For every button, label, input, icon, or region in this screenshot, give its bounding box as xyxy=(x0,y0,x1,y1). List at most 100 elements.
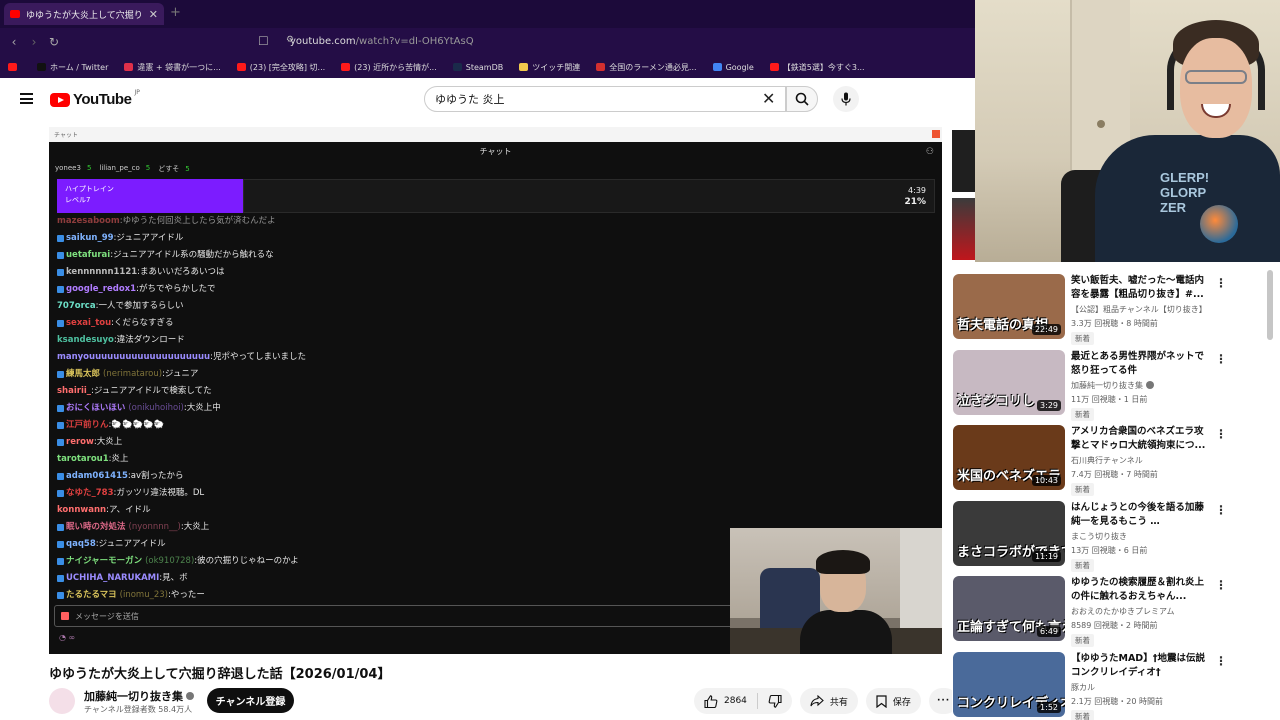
bookmark-item[interactable]: (23) 近所から苦情が... xyxy=(333,62,445,73)
chat-username[interactable]: ナイジャーモーガン xyxy=(66,553,142,570)
video-thumbnail[interactable]: コンクリレイディオ 1:52 xyxy=(953,651,1065,717)
more-options-icon[interactable]: ⋮ xyxy=(1215,503,1227,517)
chat-username[interactable]: shairii_ xyxy=(57,383,91,400)
channel-avatar[interactable] xyxy=(49,688,75,714)
more-options-icon[interactable]: ⋮ xyxy=(1215,276,1227,290)
video-thumbnail[interactable]: 泣きジコリし 3:29 xyxy=(953,349,1065,415)
bookmark-item[interactable]: ホーム / Twitter xyxy=(29,62,116,73)
recommended-video[interactable]: 泣きジコリし3:29最近とある男性界隈がネットで怒り狂ってる件【2026/01/… xyxy=(953,349,1253,425)
chat-username[interactable]: なゆた_783 xyxy=(66,485,114,502)
youtube-logo[interactable]: YouTube JP xyxy=(50,89,140,108)
channel-name[interactable]: 加藤純一切り抜き集 xyxy=(84,688,194,704)
search-button[interactable] xyxy=(786,86,818,112)
subscribe-button[interactable]: チャンネル登録 xyxy=(207,688,294,713)
chat-username[interactable]: qaq58 xyxy=(66,536,96,553)
reload-icon[interactable]: ↻ xyxy=(44,35,64,49)
chat-username[interactable]: kennnnnn1121 xyxy=(66,264,137,281)
recommended-video-title[interactable]: 【ゆゆうたMAD】†地震は伝説コンクリレイディオ† xyxy=(1071,652,1211,680)
clear-search-icon[interactable]: ✕ xyxy=(762,89,775,108)
chat-text: がちでやらかしたで xyxy=(138,284,216,294)
chat-username[interactable]: 江戸前りん xyxy=(66,417,109,434)
chat-text: av割ったから xyxy=(130,471,184,481)
recommended-channel[interactable]: 豚カル xyxy=(1071,682,1095,693)
save-button[interactable]: 保存 xyxy=(865,688,921,714)
chat-username[interactable]: adam061415 xyxy=(66,468,128,485)
recommended-channel[interactable]: 【公認】粗品チャンネル【切り抜き】 xyxy=(1071,304,1207,315)
chat-users-icon[interactable]: ⚇ xyxy=(926,147,934,157)
more-options-icon[interactable]: ⋮ xyxy=(1215,654,1227,668)
video-thumbnail[interactable]: まさコラボができてい11:19 xyxy=(953,500,1065,566)
recommended-video-title[interactable]: はんじょうとの今後を語る加藤純一を見るもこう … xyxy=(1071,501,1211,529)
chat-username[interactable]: tarotarou1 xyxy=(57,451,109,468)
more-options-icon[interactable]: ⋮ xyxy=(1215,427,1227,441)
like-button[interactable]: 2864 xyxy=(694,688,757,714)
recommended-video-title[interactable]: ゆゆうたの検索履歴＆割れ炎上の件に触れるおえちゃん... xyxy=(1071,576,1211,604)
chat-username[interactable]: おにくほいほい xyxy=(66,400,125,417)
top-chatter[interactable]: lilian_pe_co 5 xyxy=(99,164,150,174)
bookmark-icon[interactable]: ☐ xyxy=(258,34,269,48)
chat-username[interactable]: 707orca xyxy=(57,298,96,315)
bookmark-item[interactable]: 違憲 + 袋書が一つに... xyxy=(116,62,228,73)
recommended-video[interactable]: まさコラボができてい11:19はんじょうとの今後を語る加藤純一を見るもこう … ま… xyxy=(953,500,1253,576)
recommended-video-title[interactable]: 最近とある男性界隈がネットで怒り狂ってる件【2026/01/03】 xyxy=(1071,350,1211,378)
bookmark-item[interactable]: 【鉄道5選】今すぐ3... xyxy=(762,62,873,73)
top-chatter[interactable]: yonee3 5 xyxy=(55,164,91,174)
recommended-channel[interactable]: おおえのたかゆきプレミアム xyxy=(1071,606,1174,617)
recommended-video-title[interactable]: アメリカ合衆国のベネズエラ攻撃とマドゥロ大統領拘束につ... xyxy=(1071,425,1211,453)
top-chatter[interactable]: どすそ 5 xyxy=(158,164,189,174)
chat-username[interactable]: たるたるマヨ xyxy=(66,587,117,604)
partial-thumbnail[interactable] xyxy=(952,198,975,260)
new-tab-icon[interactable]: + xyxy=(170,5,181,20)
more-options-icon[interactable]: ⋮ xyxy=(1215,578,1227,592)
video-thumbnail[interactable]: 正論すぎて何も言えない6:49 xyxy=(953,576,1065,641)
chat-username[interactable]: uetafurai xyxy=(66,247,110,264)
chat-username[interactable]: UCHIHA_NARUKAMI xyxy=(66,570,159,587)
bookmark-item[interactable]: ツイッチ関連 xyxy=(511,62,588,73)
chat-username[interactable]: rerow xyxy=(66,434,94,451)
forward-icon[interactable]: › xyxy=(24,35,44,49)
share-button[interactable]: 共有 xyxy=(799,688,858,714)
sidebar-scrollbar[interactable] xyxy=(1267,270,1273,340)
recommended-video[interactable]: コンクリレイディオ 1:52 【ゆゆうたMAD】†地震は伝説コンクリレイディオ† 豚カ… xyxy=(953,651,1253,720)
recommended-video[interactable]: 哲夫電話の真相 22:49 笑い飯哲夫、嘘だった〜電話内容を暴露【粗品切り抜き】#.… xyxy=(953,274,1253,349)
close-popout-icon[interactable] xyxy=(932,130,940,138)
back-icon[interactable]: ‹ xyxy=(4,35,24,49)
browser-tab[interactable]: ゆゆうたが大炎上して穴掘り辞退 ✕ xyxy=(4,3,164,25)
recommended-channel[interactable]: まこう切り抜き xyxy=(1071,531,1127,542)
hype-train-stats: 4:39 21% xyxy=(904,185,926,208)
bookmark-item[interactable]: 全国のラーメン通必見... xyxy=(588,62,704,73)
chat-username[interactable]: 練馬太郎 xyxy=(66,366,100,383)
video-player[interactable]: チャット チャット ⚇ yonee3 5 lilian_pe_co 5 どすそ 5 ハイプ… xyxy=(49,127,942,654)
voice-search-button[interactable] xyxy=(833,86,859,112)
video-thumbnail[interactable]: 哲夫電話の真相 22:49 xyxy=(953,274,1065,339)
chat-username[interactable]: saikun_99 xyxy=(66,230,114,247)
subscriber-badge-icon xyxy=(57,269,64,276)
hamburger-menu-icon[interactable] xyxy=(20,93,33,104)
search-input[interactable]: ゆゆうた 炎上 xyxy=(424,86,786,112)
partial-thumbnail[interactable] xyxy=(952,130,975,192)
bookmark-favicon-icon xyxy=(37,63,46,71)
bookmark-item[interactable]: Google xyxy=(705,63,762,72)
chat-username[interactable]: google_redox1 xyxy=(66,281,136,298)
more-options-icon[interactable]: ⋮ xyxy=(1215,352,1227,366)
recommended-channel[interactable]: 石川典行チャンネル xyxy=(1071,455,1143,466)
new-badge: 新着 xyxy=(1071,407,1094,421)
bookmark-item[interactable] xyxy=(0,63,29,71)
dislike-button[interactable] xyxy=(758,688,792,714)
chat-username[interactable]: ksandesuyo xyxy=(57,332,114,349)
close-tab-icon[interactable]: ✕ xyxy=(149,8,158,21)
video-thumbnail[interactable]: 米国のベネズエラ 10:43 xyxy=(953,425,1065,490)
chat-input[interactable]: メッセージを送信 xyxy=(54,605,744,627)
chat-username[interactable]: 眠い時の対処法 xyxy=(66,519,126,536)
recommended-video[interactable]: 正論すぎて何も言えない6:49ゆゆうたの検索履歴＆割れ炎上の件に触れるおえちゃん… xyxy=(953,576,1253,651)
bookmark-item[interactable]: (23) [完全攻略] 切... xyxy=(229,62,333,73)
chat-username[interactable]: konnwann xyxy=(57,502,106,519)
recommended-video[interactable]: 米国のベネズエラ 10:43 アメリカ合衆国のベネズエラ攻撃とマドゥロ大統領拘束につ… xyxy=(953,425,1253,500)
url-field[interactable]: youtube.com/watch?v=dI-OH6YtAsQ xyxy=(290,36,474,47)
chat-username[interactable]: mazesaboom xyxy=(57,213,120,230)
recommended-video-title[interactable]: 笑い飯哲夫、嘘だった〜電話内容を暴露【粗品切り抜き】#... xyxy=(1071,274,1211,302)
chat-username[interactable]: manyouuuuuuuuuuuuuuuuuuuu xyxy=(57,349,210,366)
chat-username[interactable]: sexai_tou xyxy=(66,315,111,332)
recommended-channel[interactable]: 加藤純一切り抜き集 xyxy=(1071,380,1154,391)
bookmark-item[interactable]: SteamDB xyxy=(445,63,511,72)
